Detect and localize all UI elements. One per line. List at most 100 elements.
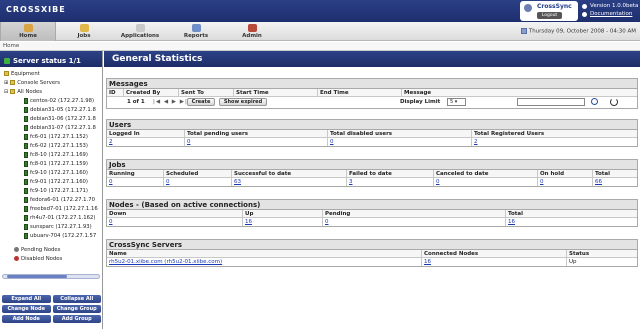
total-jobs-count[interactable]: 66 [592, 178, 637, 186]
up-nodes-count[interactable]: 16 [242, 218, 322, 226]
tree-item-equipment[interactable]: Equipment [4, 69, 40, 78]
tab-reports-label: Reports [183, 33, 209, 39]
tab-home[interactable]: Home [0, 22, 56, 41]
messages-header-row: ID Created By Sent To Start Time End Tim… [107, 89, 637, 97]
tree-node[interactable]: fc8-01 (172.27.1.159) [24, 159, 88, 168]
column-header: Total pending users [184, 130, 327, 138]
tree-node[interactable]: sunsparc (172.27.1.93) [24, 222, 92, 231]
canceled-jobs-count[interactable]: 0 [433, 178, 537, 186]
tab-applications[interactable]: Applications [112, 22, 168, 41]
tree-node[interactable]: fc6-01 (172.27.1.152) [24, 132, 88, 141]
add-group-button[interactable]: Add Group [52, 315, 101, 323]
folder-icon [4, 71, 9, 76]
column-header: Up [242, 210, 322, 218]
column-header: Total [505, 210, 637, 218]
scheduled-jobs-count[interactable]: 0 [163, 178, 231, 186]
column-header: Start Time [233, 89, 317, 97]
tab-reports[interactable]: Reports [168, 22, 224, 41]
tree-item-pending-nodes[interactable]: Pending Nodes [14, 245, 60, 254]
pending-nodes-count[interactable]: 0 [322, 218, 505, 226]
server-icon [24, 214, 28, 221]
tree-node[interactable]: fc9-10 (172.27.1.160) [24, 168, 88, 177]
tree-node[interactable]: fc9-01 (172.27.1.160) [24, 177, 88, 186]
tree-horizontal-scrollbar[interactable] [2, 274, 100, 279]
logged-in-count[interactable]: 2 [107, 138, 184, 146]
collapse-icon[interactable]: ⊟ [4, 89, 8, 95]
successful-jobs-count[interactable]: 63 [231, 178, 346, 186]
tree-node[interactable]: fc6-02 (172.27.1.153) [24, 141, 88, 150]
create-message-button[interactable]: Create [187, 98, 215, 106]
server-icon [24, 133, 28, 140]
tree-item-console-servers[interactable]: ⊞ Console Servers [4, 78, 60, 87]
pager-arrows[interactable]: |◀ ◀ ▶ ▶| [153, 99, 188, 105]
servers-header-row: Name Connected Nodes Status [107, 250, 637, 258]
show-expired-button[interactable]: Show expired [219, 98, 267, 106]
add-node-button[interactable]: Add Node [2, 315, 51, 323]
tree-node-label: rh4u7-01 (172.27.1.162) [30, 214, 96, 221]
running-jobs-count[interactable]: 0 [107, 178, 163, 186]
disabled-icon [14, 256, 19, 261]
tab-admin[interactable]: Admin [224, 22, 280, 41]
server-icon [24, 178, 28, 185]
tree-item-disabled-nodes[interactable]: Disabled Nodes [14, 254, 62, 263]
messages-toolbar: 1 of 1 |◀ ◀ ▶ ▶| Create Show expired Dis… [107, 97, 637, 108]
total-nodes-count[interactable]: 16 [505, 218, 637, 226]
tree-node[interactable]: ubuarv-704 (172.27.1.57 [24, 231, 96, 240]
change-node-button[interactable]: Change Node [2, 305, 51, 313]
tab-jobs[interactable]: Jobs [56, 22, 112, 41]
jobs-title: Jobs [107, 160, 637, 170]
server-name-link[interactable]: rh5u2-01.xiibe.com (rh5u2-01.xiibe.com) [107, 258, 421, 266]
pending-users-count[interactable]: 0 [184, 138, 327, 146]
tree-node[interactable]: debian31-06 (172.27.1.8 [24, 114, 96, 123]
tree-node[interactable]: freebsd7-01 (172.27.1.16 [24, 204, 98, 213]
tree-node[interactable]: centos-02 (172.27.1.98) [24, 96, 94, 105]
tree-node-label: debian31-06 (172.27.1.8 [30, 115, 96, 122]
display-limit-select[interactable]: 5 ▾ [447, 98, 466, 106]
tree-label: All Nodes [17, 88, 43, 95]
tree-node[interactable]: rh4u7-01 (172.27.1.162) [24, 213, 95, 222]
connected-nodes-count[interactable]: 16 [421, 258, 566, 266]
expand-all-button[interactable]: Expand All [2, 295, 51, 303]
expand-icon[interactable]: ⊞ [4, 80, 8, 86]
tree-node[interactable]: debian31-07 (172.27.1.8 [24, 123, 96, 132]
tree-node[interactable]: fc9-10 (172.27.1.171) [24, 186, 88, 195]
failed-jobs-count[interactable]: 3 [346, 178, 433, 186]
disabled-users-count[interactable]: 0 [327, 138, 471, 146]
column-header: Pending [322, 210, 505, 218]
logout-button[interactable]: Logout [537, 12, 562, 19]
column-header: Created By [123, 89, 178, 97]
tree-label: Disabled Nodes [21, 255, 63, 262]
tree-node-label: fedora6-01 (172.27.1.70 [30, 196, 95, 203]
tree-node[interactable]: fedora6-01 (172.27.1.70 [24, 195, 95, 204]
messages-title: Messages [107, 79, 637, 89]
message-search-input[interactable] [517, 98, 585, 106]
tree-node-label: fc8-01 (172.27.1.159) [30, 160, 88, 167]
breadcrumb[interactable]: Home [0, 42, 640, 51]
on-hold-jobs-count[interactable]: 0 [537, 178, 592, 186]
documentation-icon [582, 11, 587, 17]
collapse-all-button[interactable]: Collapse All [52, 295, 101, 303]
server-icon [24, 115, 28, 122]
tree-node-label: centos-02 (172.27.1.98) [30, 97, 95, 104]
server-icon [24, 97, 28, 104]
registered-users-count[interactable]: 2 [471, 138, 637, 146]
users-panel: Users Logged In Total pending users Tota… [106, 119, 638, 147]
user-box: CrossSync Logout [520, 1, 578, 21]
refresh-icon[interactable] [610, 98, 618, 106]
search-icon[interactable] [591, 98, 598, 105]
column-header: Failed to date [346, 170, 433, 178]
scrollbar-thumb[interactable] [7, 275, 67, 278]
documentation-link[interactable]: Documentation [590, 10, 632, 18]
server-icon [24, 142, 28, 149]
change-group-button[interactable]: Change Group [52, 305, 101, 313]
column-header: Connected Nodes [421, 250, 566, 258]
tree-node-label: fc9-10 (172.27.1.160) [30, 169, 88, 176]
tree-item-all-nodes[interactable]: ⊟ All Nodes [4, 87, 42, 96]
tree-node[interactable]: fc8-10 (172.27.1.169) [24, 150, 88, 159]
server-icon [24, 106, 28, 113]
tree-node[interactable]: debian31-05 (172.27.1.8 [24, 105, 96, 114]
user-name: CrossSync [537, 3, 572, 10]
jobs-icon [79, 24, 89, 32]
down-nodes-count[interactable]: 0 [107, 218, 242, 226]
app-logo: CROSSXIBE [6, 5, 66, 14]
